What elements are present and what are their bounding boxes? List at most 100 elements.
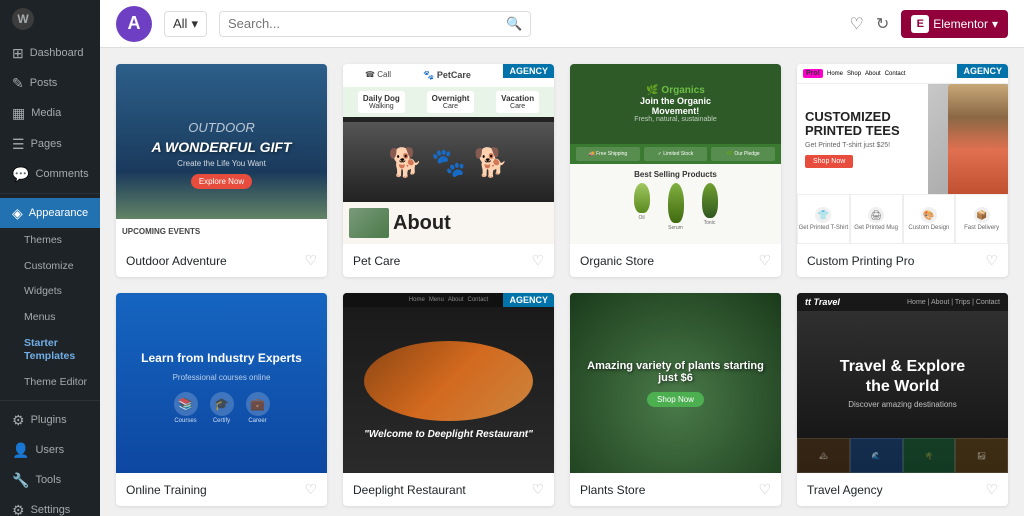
tools-icon: 🔧 bbox=[12, 471, 29, 489]
agency-badge-restaurant: AGENCY bbox=[503, 293, 554, 307]
plugins-icon: ⚙ bbox=[12, 411, 25, 429]
template-name-training: Online Training bbox=[126, 483, 207, 497]
sidebar: W ⊞ Dashboard ✎ Posts ▦ Media ☰ Pages 💬 … bbox=[0, 0, 100, 516]
elementor-button[interactable]: E Elementor ▾ bbox=[901, 10, 1008, 38]
printing-hero-title: CUSTOMIZED PRINTED TEES bbox=[805, 110, 920, 139]
outdoor-events-section: UPCOMING EVENTS bbox=[116, 219, 327, 244]
printing-hero-content: CUSTOMIZED PRINTED TEES Get Printed T-sh… bbox=[797, 84, 928, 194]
sidebar-label: Starter Templates bbox=[24, 337, 88, 364]
sidebar-label: Tools bbox=[35, 473, 61, 487]
sidebar-item-appearance[interactable]: ◈ Appearance bbox=[0, 198, 100, 228]
search-input[interactable] bbox=[228, 16, 506, 31]
sidebar-label: Themes bbox=[24, 234, 62, 248]
template-footer-printing: Custom Printing Pro ♡ bbox=[797, 244, 1008, 277]
sidebar-item-starter-templates[interactable]: Starter Templates bbox=[0, 331, 100, 370]
template-card-training[interactable]: Learn from Industry Experts Professional… bbox=[116, 293, 327, 506]
templates-content: OUTDOOR A WONDERFUL GIFT Create the Life… bbox=[100, 48, 1024, 516]
sidebar-item-tools[interactable]: 🔧 Tools bbox=[0, 465, 100, 495]
elementor-chevron-icon: ▾ bbox=[992, 17, 998, 31]
food-image bbox=[364, 341, 533, 421]
template-thumb-training: Learn from Industry Experts Professional… bbox=[116, 293, 327, 473]
favorite-training-icon[interactable]: ♡ bbox=[304, 481, 317, 498]
petcare-services: Daily DogWalking OvernightCare VacationC… bbox=[343, 87, 554, 117]
printing-hero-cta: Shop Now bbox=[805, 155, 853, 168]
sidebar-item-menus[interactable]: Menus bbox=[0, 305, 100, 331]
template-card-travel[interactable]: AGENCY tt Travel Home | About | Trips | … bbox=[797, 293, 1008, 506]
outdoor-eyebrow: OUTDOOR bbox=[188, 120, 254, 135]
sidebar-item-customize[interactable]: Customize bbox=[0, 254, 100, 280]
sidebar-item-settings[interactable]: ⚙ Settings bbox=[0, 495, 100, 516]
main-area: A All ▾ 🔍 ♡ ↻ E Elementor ▾ OUT bbox=[100, 0, 1024, 516]
templates-grid: OUTDOOR A WONDERFUL GIFT Create the Life… bbox=[116, 64, 1008, 506]
template-name-printing: Custom Printing Pro bbox=[807, 254, 914, 268]
sidebar-label: Widgets bbox=[24, 285, 62, 299]
outdoor-subtitle: Create the Life You Want bbox=[177, 159, 266, 168]
sidebar-item-posts[interactable]: ✎ Posts bbox=[0, 68, 100, 98]
plants-cta: Shop Now bbox=[647, 392, 704, 407]
refresh-icon[interactable]: ↻ bbox=[876, 14, 889, 34]
template-footer-organic: Organic Store ♡ bbox=[570, 244, 781, 277]
sidebar-label: Pages bbox=[31, 137, 62, 151]
template-name-plants: Plants Store bbox=[580, 483, 645, 497]
topbar: A All ▾ 🔍 ♡ ↻ E Elementor ▾ bbox=[100, 0, 1024, 48]
dashboard-icon: ⊞ bbox=[12, 44, 24, 62]
sidebar-item-plugins[interactable]: ⚙ Plugins bbox=[0, 405, 100, 435]
template-name-restaurant: Deeplight Restaurant bbox=[353, 483, 466, 497]
sidebar-item-dashboard[interactable]: ⊞ Dashboard bbox=[0, 38, 100, 68]
favorite-restaurant-icon[interactable]: ♡ bbox=[531, 481, 544, 498]
sidebar-label: Menus bbox=[24, 311, 56, 325]
sidebar-item-widgets[interactable]: Widgets bbox=[0, 279, 100, 305]
template-footer-plants: Plants Store ♡ bbox=[570, 473, 781, 506]
organic-products: Best Selling Products Oil Serum bbox=[570, 164, 781, 244]
search-icon: 🔍 bbox=[506, 16, 522, 32]
favorite-travel-icon[interactable]: ♡ bbox=[985, 481, 998, 498]
favorite-organic-icon[interactable]: ♡ bbox=[758, 252, 771, 269]
travel-grid: 🏔 🌊 🌴 🏜 bbox=[797, 438, 1008, 473]
chevron-down-icon: ▾ bbox=[191, 16, 198, 32]
template-card-restaurant[interactable]: AGENCY Home Menu About Contact "Welcome … bbox=[343, 293, 554, 506]
favorite-plants-icon[interactable]: ♡ bbox=[758, 481, 771, 498]
template-name-outdoor: Outdoor Adventure bbox=[126, 254, 227, 268]
petcare-about: About bbox=[343, 202, 554, 244]
wordpress-icon: W bbox=[12, 8, 34, 30]
agency-badge-printing: AGENCY bbox=[957, 64, 1008, 78]
sidebar-item-users[interactable]: 👤 Users bbox=[0, 435, 100, 465]
plants-title: Amazing variety of plants starting just … bbox=[570, 360, 781, 384]
filter-label: All bbox=[173, 16, 187, 31]
template-card-organic-store[interactable]: 🌿 Organics Join the OrganicMovement! Fre… bbox=[570, 64, 781, 277]
restaurant-title: "Welcome to Deeplight Restaurant" bbox=[364, 429, 533, 440]
search-box[interactable]: 🔍 bbox=[219, 11, 531, 37]
agency-badge-petcare: AGENCY bbox=[503, 64, 554, 78]
travel-subtitle: Discover amazing destinations bbox=[848, 400, 957, 409]
favorites-icon[interactable]: ♡ bbox=[850, 14, 864, 34]
sidebar-label: Comments bbox=[35, 167, 88, 181]
printing-hero: CUSTOMIZED PRINTED TEES Get Printed T-sh… bbox=[797, 84, 1008, 194]
sidebar-item-comments[interactable]: 💬 Comments bbox=[0, 159, 100, 189]
outdoor-cta: Explore Now bbox=[191, 174, 252, 189]
settings-icon: ⚙ bbox=[12, 501, 25, 516]
template-card-pet-care[interactable]: AGENCY ☎ Call 🐾 PetCare ✉ Email Daily Do… bbox=[343, 64, 554, 277]
upcoming-events-label: UPCOMING EVENTS bbox=[122, 225, 200, 238]
sidebar-item-pages[interactable]: ☰ Pages bbox=[0, 129, 100, 159]
sidebar-item-themes[interactable]: Themes bbox=[0, 228, 100, 254]
template-footer-training: Online Training ♡ bbox=[116, 473, 327, 506]
favorite-petcare-icon[interactable]: ♡ bbox=[531, 252, 544, 269]
template-card-custom-printing[interactable]: AGENCY Pro! Home Shop About Contact CUST… bbox=[797, 64, 1008, 277]
sidebar-item-theme-editor[interactable]: Theme Editor bbox=[0, 370, 100, 396]
training-subtitle: Professional courses online bbox=[163, 373, 281, 382]
travel-nav: tt Travel Home | About | Trips | Contact bbox=[797, 293, 1008, 311]
printing-features: 👕 Get Printed T-Shirt 🖨 Get Printed Mug … bbox=[797, 194, 1008, 244]
sidebar-item-media[interactable]: ▦ Media bbox=[0, 98, 100, 128]
users-icon: 👤 bbox=[12, 441, 29, 459]
template-card-plants[interactable]: Amazing variety of plants starting just … bbox=[570, 293, 781, 506]
favorite-outdoor-icon[interactable]: ♡ bbox=[304, 252, 317, 269]
sidebar-divider bbox=[0, 193, 100, 194]
template-card-outdoor-adventure[interactable]: OUTDOOR A WONDERFUL GIFT Create the Life… bbox=[116, 64, 327, 277]
template-footer-outdoor: Outdoor Adventure ♡ bbox=[116, 244, 327, 277]
filter-dropdown[interactable]: All ▾ bbox=[164, 11, 207, 37]
sidebar-label: Users bbox=[35, 443, 64, 457]
travel-title: Travel & Explorethe World bbox=[840, 357, 965, 395]
template-name-organic: Organic Store bbox=[580, 254, 654, 268]
template-thumb-printing: AGENCY Pro! Home Shop About Contact CUST… bbox=[797, 64, 1008, 244]
favorite-printing-icon[interactable]: ♡ bbox=[985, 252, 998, 269]
